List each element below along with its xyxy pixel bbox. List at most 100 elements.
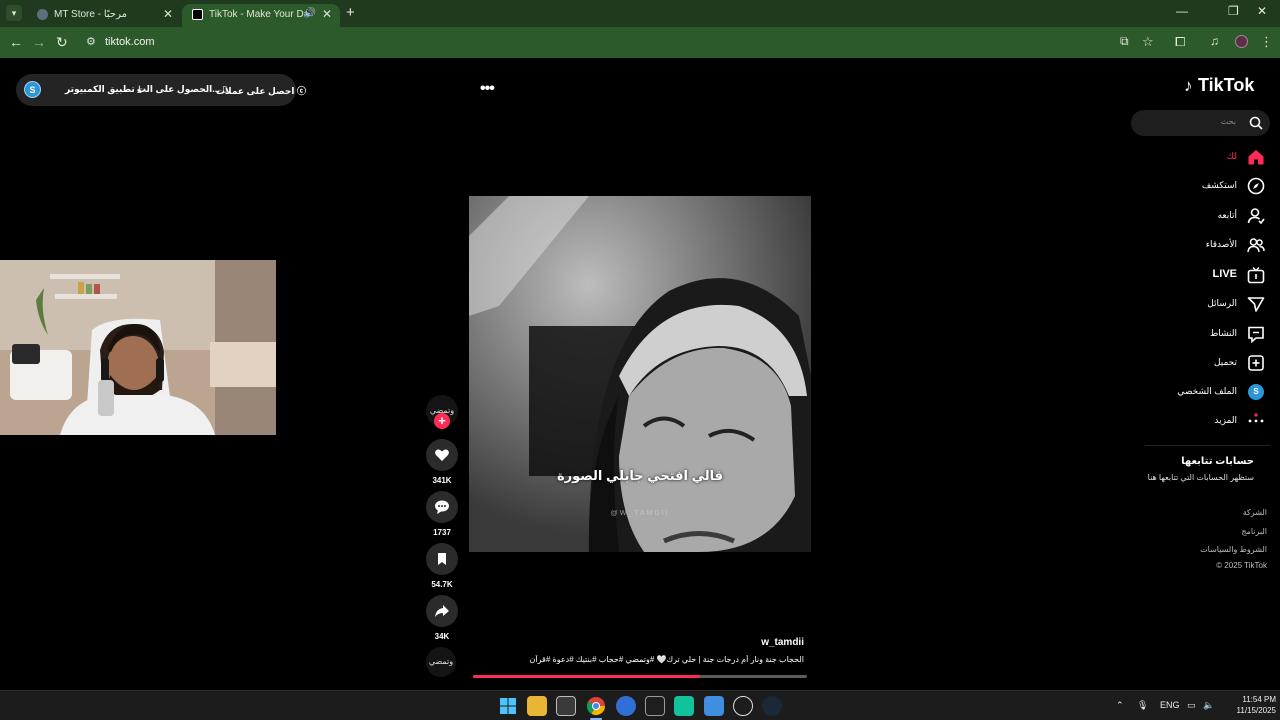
more-options-icon[interactable]: ••• (480, 80, 495, 98)
sidebar-item-following[interactable]: أتابعه (1150, 206, 1265, 228)
sidebar-item-upload[interactable]: تحميل (1150, 353, 1265, 375)
address-bar[interactable]: ⚙ tiktok.com (76, 30, 1166, 55)
nav-label: الرسائل (1207, 298, 1237, 308)
following-accounts-heading: حسابات تتابعها (1181, 456, 1254, 467)
sidebar-item-explore[interactable]: استكشف (1150, 176, 1265, 198)
nav-label: استكشف (1201, 180, 1237, 190)
coin-icon: ⓒ (296, 86, 306, 96)
music-disc[interactable]: وتمضي (426, 647, 456, 677)
microphone-icon[interactable]: 🎙 (1137, 700, 1148, 711)
start-windows-icon[interactable] (498, 696, 518, 716)
chrome-icon[interactable] (586, 696, 606, 720)
app-panda-icon[interactable] (733, 696, 753, 716)
search-input[interactable]: بحث (1131, 110, 1270, 136)
bookmark-icon (438, 553, 446, 565)
search-icon[interactable] (1249, 116, 1263, 130)
reload-icon[interactable]: ↻ (56, 34, 68, 51)
tiktok-note-icon: ♪ (1184, 76, 1193, 95)
close-icon[interactable]: ✕ (163, 7, 173, 21)
activity-icon (1248, 326, 1264, 343)
nav-label: أتابعه (1217, 210, 1237, 220)
new-tab-button[interactable]: + (346, 4, 355, 21)
footer-link-terms[interactable]: الشروط والسياسات (1190, 545, 1267, 554)
footer-link-program[interactable]: البرنامج (1190, 527, 1267, 536)
minimize-button[interactable]: — (1176, 4, 1188, 18)
tab-mt-store[interactable]: MT Store - مرحبًا ✕ (27, 4, 181, 27)
user-avatar[interactable]: S (24, 81, 41, 98)
footer-link-company[interactable]: الشركة (1190, 508, 1267, 517)
back-arrow-icon[interactable]: ← (9, 34, 23, 50)
taskbar-clock[interactable]: 11:54 PM 11/15/2025 (1220, 694, 1276, 716)
comment-button[interactable] (426, 491, 458, 523)
save-count: 54.7K (431, 580, 453, 589)
nav-label: النشاط (1209, 328, 1237, 338)
share-icon (435, 605, 449, 617)
profile-avatar: S (1248, 384, 1264, 400)
forward-arrow-icon[interactable]: → (32, 34, 46, 50)
sidebar-item-messages[interactable]: الرسائل (1150, 294, 1265, 316)
comment-count: 1737 (433, 528, 451, 537)
media-controls-icon[interactable]: ♫ (1210, 34, 1219, 48)
sidebar-item-activity[interactable]: النشاط (1150, 324, 1265, 346)
nav-label: المزيد (1214, 415, 1237, 425)
video-frame-image (469, 196, 811, 552)
video-player[interactable]: قالي افتحي جابلي الصورة @W_TAMDII (469, 196, 811, 552)
more-icon (1248, 413, 1264, 423)
sidebar-item-more[interactable]: المزيد (1150, 411, 1265, 433)
tiktok-page: S تطبيق الكمبيوتر ⤓ الحصول على الت... ▯ … (0, 58, 1280, 690)
webcam-overlay (0, 260, 276, 435)
download-desktop-app-link[interactable]: تطبيق الكمبيوتر ⤓ (65, 84, 141, 95)
save-button[interactable] (426, 543, 458, 575)
profile-avatar[interactable] (1235, 35, 1248, 48)
menu-kebab-icon[interactable]: ⋮ (1260, 34, 1273, 50)
sidebar-item-for-you[interactable]: لك (1150, 147, 1265, 169)
chevron-up-icon[interactable]: ⌃ (1116, 700, 1124, 711)
network-icon[interactable]: ▭ (1187, 700, 1196, 711)
volume-icon[interactable]: 🔈 (1203, 700, 1214, 711)
get-coins-link[interactable]: احصل على عملات ⓒ (216, 84, 306, 97)
tab-search-button[interactable]: ▾ (6, 5, 22, 21)
steam-icon[interactable] (762, 696, 782, 716)
terminal-icon[interactable] (645, 696, 665, 716)
close-icon[interactable]: ✕ (322, 7, 332, 21)
like-button[interactable] (426, 439, 458, 471)
get-app-link[interactable]: الحصول على الت... ▯ (137, 84, 227, 95)
windows-taskbar: ⌃ 🎙 ENG ▭ 🔈 11:54 PM 11/15/2025 (0, 690, 1280, 720)
webcam-image (0, 260, 276, 435)
install-app-icon[interactable]: ⧉ (1120, 34, 1129, 49)
app-green-icon[interactable] (674, 696, 694, 716)
sidebar-divider (1145, 445, 1270, 446)
file-explorer-icon[interactable] (527, 696, 547, 716)
sidebar-item-profile[interactable]: الملف الشخصي S (1150, 382, 1265, 404)
notepad-icon[interactable] (704, 696, 724, 716)
bookmark-star-icon[interactable]: ☆ (1142, 34, 1154, 50)
nav-label: الملف الشخصي (1177, 386, 1237, 396)
share-count: 34K (434, 632, 450, 641)
microsoft-store-icon[interactable] (556, 696, 576, 716)
site-info-icon[interactable]: ⚙ (86, 35, 96, 48)
extensions-icon[interactable]: ⧠ (1175, 34, 1185, 50)
home-icon (1248, 150, 1264, 165)
sidebar-item-friends[interactable]: الأصدقاء (1150, 235, 1265, 257)
video-progress-bar[interactable] (473, 675, 807, 678)
like-count: 341K (432, 476, 452, 485)
restore-button[interactable]: ❐ (1228, 4, 1239, 18)
browser-app-icon[interactable] (616, 696, 636, 716)
promo-bar: S تطبيق الكمبيوتر ⤓ الحصول على الت... ▯ … (16, 74, 306, 106)
promo-label: تطبيق الكمبيوتر (65, 84, 135, 94)
tiktok-logo[interactable]: ♪ TikTok (1184, 75, 1254, 96)
follow-plus-icon[interactable]: + (434, 413, 450, 429)
speaker-icon[interactable]: 🔊 (304, 8, 316, 19)
sidebar-item-live[interactable]: LIVE (1150, 265, 1265, 287)
tab-tiktok[interactable]: TikTok - Make Your Day 🔊 ✕ (182, 4, 340, 27)
tab-title: MT Store - مرحبًا (54, 9, 127, 20)
share-button[interactable] (426, 595, 458, 627)
video-caption-overlay: قالي افتحي جابلي الصورة (556, 468, 724, 483)
url-text[interactable]: tiktok.com (105, 36, 155, 48)
close-window-button[interactable]: ✕ (1257, 4, 1267, 18)
video-author[interactable]: w_tamdii (740, 637, 804, 648)
globe-icon (37, 9, 48, 20)
language-indicator[interactable]: ENG (1160, 700, 1180, 710)
clock-date: 11/15/2025 (1236, 706, 1276, 715)
following-accounts-hint: ستظهر الحسابات التي تتابعها هنا (1147, 473, 1254, 482)
